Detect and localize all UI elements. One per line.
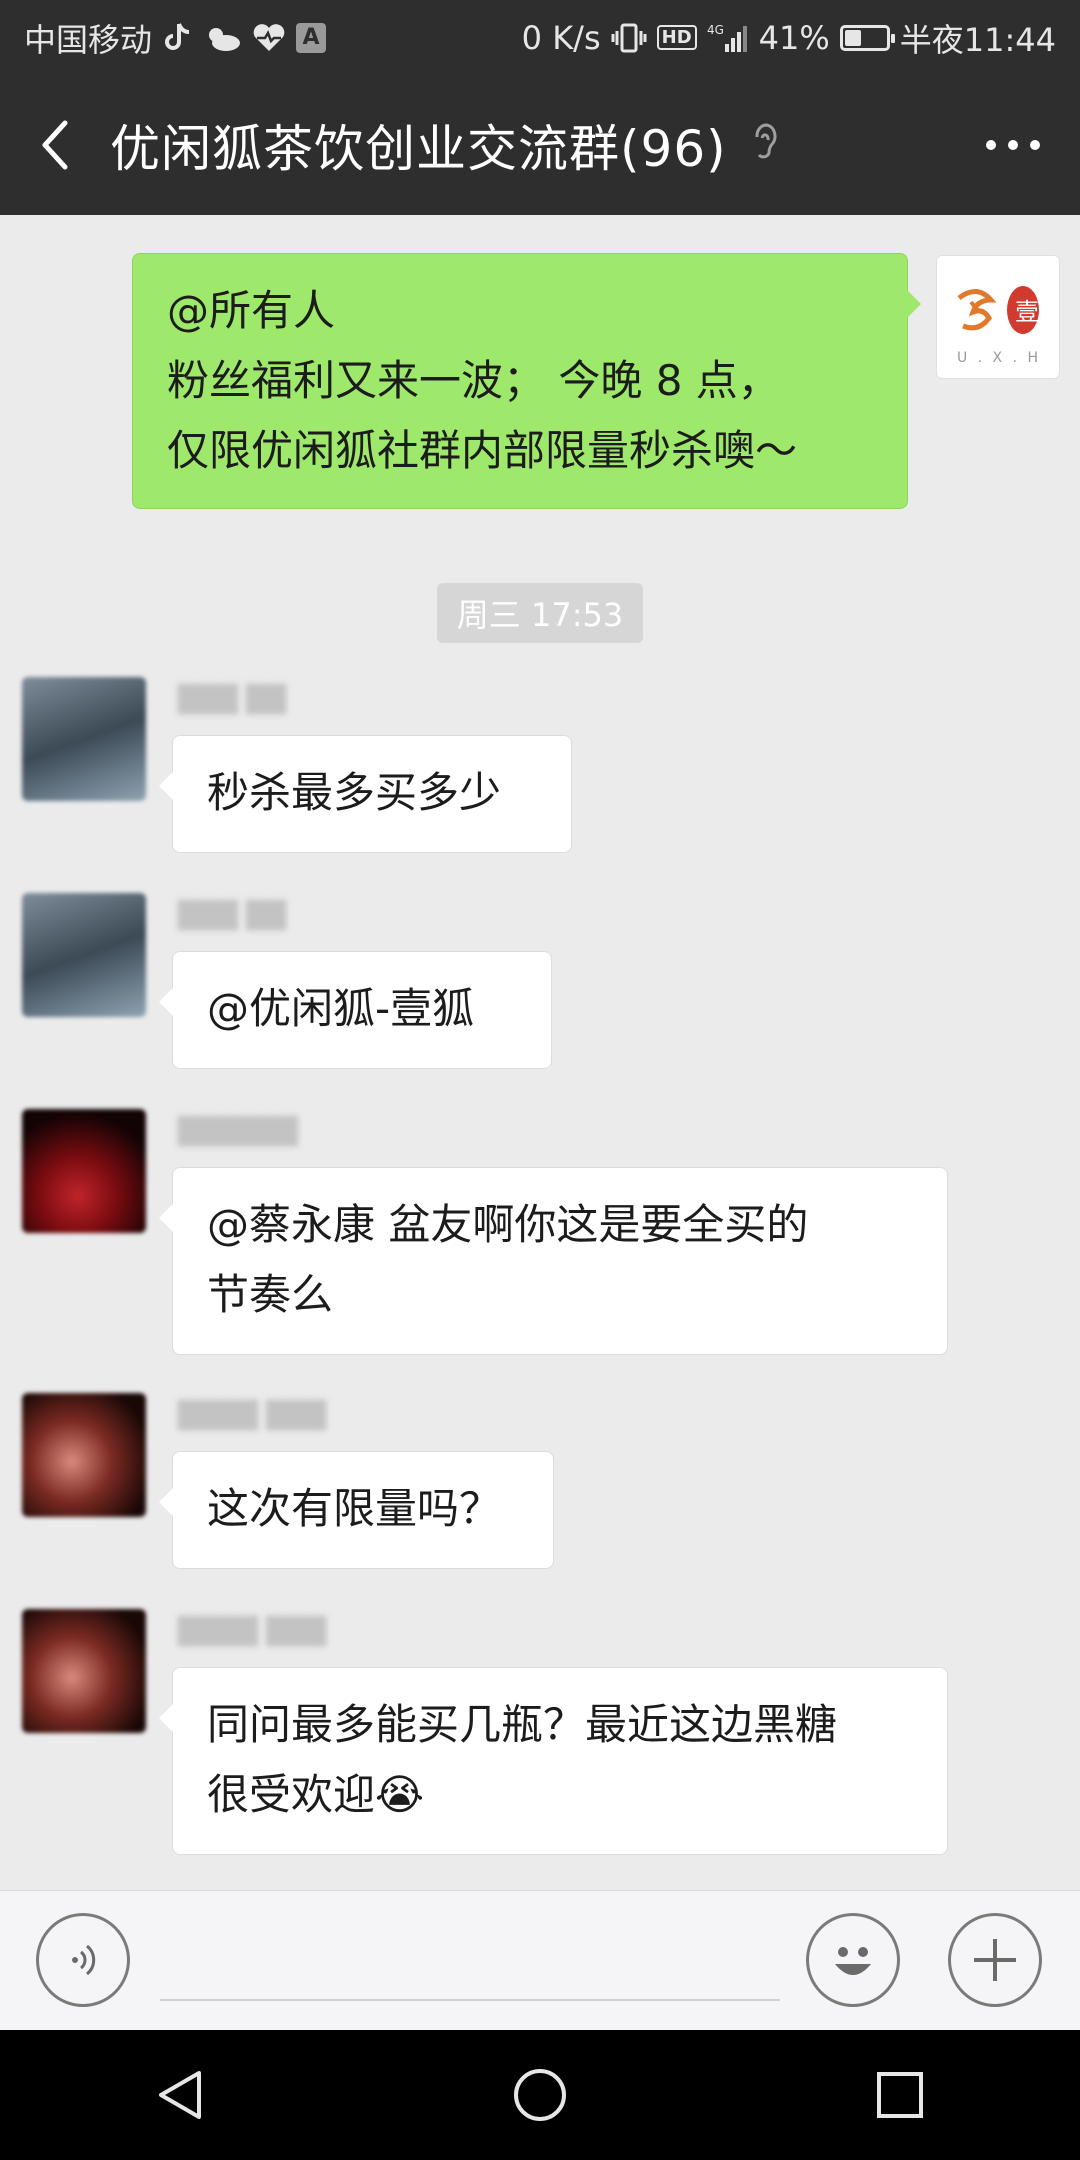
- message-line: 秒杀最多买多少: [207, 768, 502, 817]
- sender-name: ██████: [178, 1117, 298, 1147]
- sender-name: ████ ███: [178, 1617, 327, 1647]
- nav-home-button[interactable]: [480, 2035, 600, 2155]
- member-avatar[interactable]: [22, 1609, 146, 1733]
- circle-home-icon: [514, 2069, 566, 2121]
- weather-icon: [202, 23, 242, 53]
- triangle-back-icon: [159, 2071, 201, 2119]
- chat-title: 优闲狐茶饮创业交流群(96): [110, 120, 727, 178]
- message-bubble[interactable]: 这次有限量吗？: [159, 1451, 554, 1569]
- message-line: @优闲狐-壹狐: [207, 984, 475, 1033]
- back-button[interactable]: [0, 75, 110, 215]
- earpiece-mode-icon: [749, 121, 779, 169]
- member-avatar[interactable]: [22, 1109, 146, 1233]
- message-line: 节奏么: [207, 1270, 334, 1319]
- message-bubble[interactable]: 同问最多能买几瓶？最近这边黑糖 很受欢迎😭: [159, 1667, 948, 1855]
- square-recents-icon: [877, 2072, 923, 2118]
- more-dot: [986, 140, 996, 150]
- sender-name: ███ ██: [178, 685, 287, 715]
- uxh-logo: 壹 U . X . H: [957, 286, 1041, 366]
- nav-back-button[interactable]: [120, 2035, 240, 2155]
- more-button[interactable]: [986, 75, 1040, 215]
- more-dot: [1008, 140, 1018, 150]
- message-line: 很受欢迎😭: [207, 1770, 425, 1819]
- status-right: 0 K/s HD 4G 41% 半夜11:44: [522, 15, 1056, 61]
- system-nav-bar: [0, 2030, 1080, 2160]
- message-input[interactable]: [160, 1921, 780, 2001]
- chat-area[interactable]: 壹 U . X . H @所有人 粉丝福利又来一波； 今晚 8 点， 仅限优闲狐…: [0, 215, 1080, 1890]
- member-avatar[interactable]: [22, 893, 146, 1017]
- health-heart-icon: [252, 23, 286, 53]
- message-line: @蔡永康 盆友啊你这是要全买的: [207, 1200, 809, 1249]
- message-bubble-self[interactable]: @所有人 粉丝福利又来一波； 今晚 8 点， 仅限优闲狐社群内部限量秒杀噢～: [132, 253, 921, 509]
- message-line: 这次有限量吗？: [207, 1484, 502, 1533]
- member-avatar[interactable]: [22, 677, 146, 801]
- emoji-button[interactable]: [806, 1913, 900, 2007]
- message-line: @所有人: [167, 286, 336, 335]
- plus-button[interactable]: [948, 1913, 1042, 2007]
- chat-header: 优闲狐茶饮创业交流群(96): [0, 75, 1080, 215]
- clock: 半夜11:44: [899, 20, 1056, 59]
- hd-call-badge: HD: [656, 25, 697, 50]
- battery-icon: [839, 24, 895, 51]
- vibrate-icon: [611, 23, 647, 53]
- chevron-left-icon: [42, 120, 68, 170]
- message-bubble[interactable]: 秒杀最多买多少: [159, 735, 572, 853]
- battery-percent: 41%: [758, 18, 830, 57]
- voice-input-icon: [72, 1944, 96, 1976]
- message-line: 同问最多能买几瓶？最近这边黑糖: [207, 1700, 838, 1749]
- network-speed: 0 K/s: [521, 18, 601, 57]
- svg-text:U . X . H: U . X . H: [957, 350, 1041, 366]
- status-left: 中国移动 A: [24, 15, 327, 61]
- message-line: 仅限优闲狐社群内部限量秒杀噢～: [167, 426, 798, 475]
- carrier-label: 中国移动: [24, 20, 153, 59]
- message-line: 粉丝福利又来一波； 今晚 8 点，: [167, 356, 780, 405]
- voice-button[interactable]: [36, 1913, 130, 2007]
- svg-text:壹: 壹: [1015, 298, 1039, 326]
- svg-text:4G: 4G: [707, 23, 724, 37]
- notification-a-icon: A: [296, 22, 327, 53]
- sender-name: ███ ██: [178, 901, 287, 931]
- tiktok-icon: [162, 22, 192, 54]
- timestamp-chip: 周三 17:53: [437, 583, 643, 643]
- self-avatar[interactable]: 壹 U . X . H: [936, 255, 1060, 379]
- battery-fill: [844, 29, 862, 46]
- more-dot: [1030, 140, 1040, 150]
- input-bar: [0, 1890, 1080, 2031]
- sender-name: ████ ███: [178, 1401, 327, 1431]
- nav-recents-button[interactable]: [840, 2035, 960, 2155]
- message-bubble[interactable]: @蔡永康 盆友啊你这是要全买的 节奏么: [159, 1167, 948, 1355]
- emoji-icon: [835, 1947, 871, 1975]
- member-avatar[interactable]: [22, 1393, 146, 1517]
- status-bar: 中国移动 A 0 K/s HD 4G 41% 半夜11:44: [0, 0, 1080, 75]
- message-bubble[interactable]: @优闲狐-壹狐: [159, 951, 552, 1069]
- plus-icon: [974, 1939, 1016, 1981]
- signal-icon: 4G: [707, 22, 749, 54]
